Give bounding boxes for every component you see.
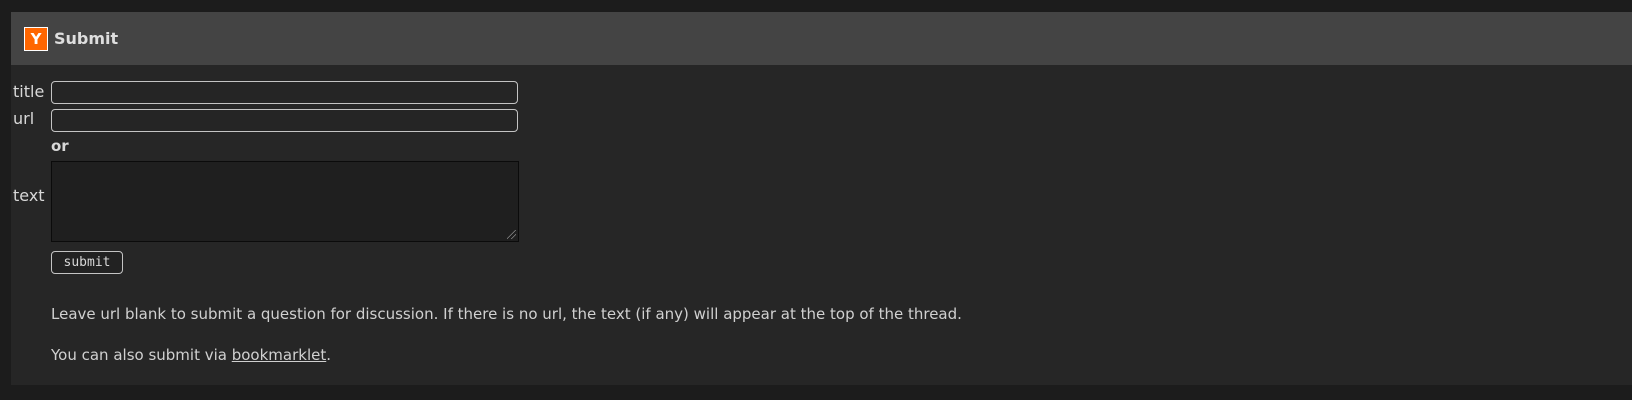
submit-button[interactable]: submit [51,251,123,274]
blank-url-note: Leave url blank to submit a question for… [51,305,962,323]
header-bar: Y Submit [11,12,1632,65]
page-title: Submit [54,29,119,48]
submit-page: Y Submit title url or text submit Leave … [11,12,1632,385]
resize-handle-icon[interactable] [507,230,516,239]
url-input[interactable] [51,109,518,132]
url-label: url [13,109,35,128]
text-label: text [13,186,45,205]
bookmarklet-prefix: You can also submit via [51,346,232,364]
bookmarklet-link[interactable]: bookmarklet [232,346,327,364]
title-label: title [13,82,45,101]
title-input[interactable] [51,81,518,104]
bookmarklet-note: You can also submit via bookmarklet. [51,346,331,364]
text-textarea[interactable] [51,161,519,242]
site-logo[interactable]: Y [24,27,48,51]
bookmarklet-suffix: . [326,346,332,364]
or-separator: or [51,137,69,155]
